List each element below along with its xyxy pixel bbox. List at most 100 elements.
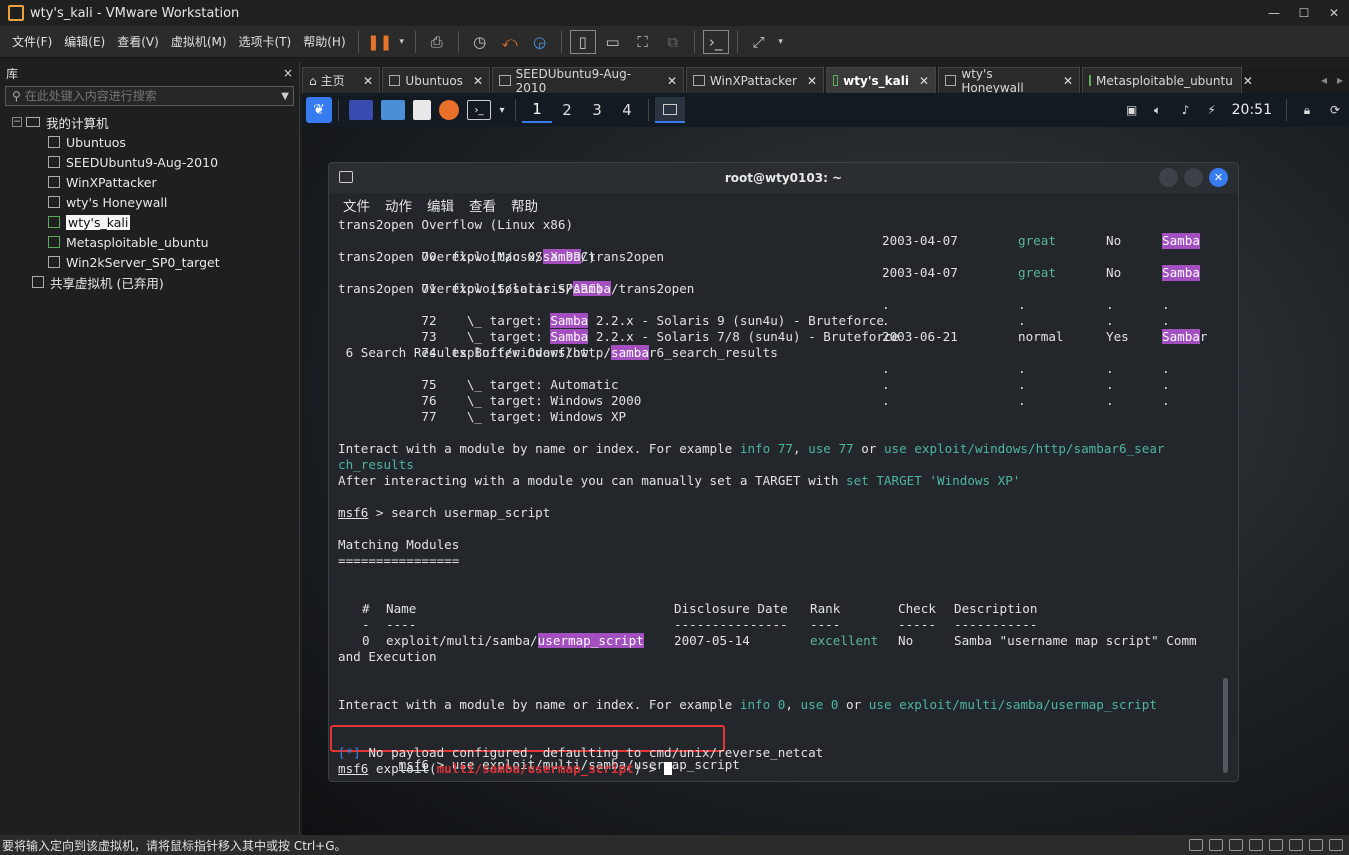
hint-command: info 0 (739, 697, 786, 712)
tab-kali[interactable]: wty's_kali ✕ (826, 67, 936, 93)
pause-icon[interactable]: ❚❚ (367, 30, 393, 54)
chevron-down-icon[interactable]: ▾ (495, 97, 509, 123)
line-text: Interact with a module by name or index.… (338, 697, 740, 712)
minimize-button[interactable] (1159, 168, 1178, 187)
tab-seedubuntu[interactable]: SEEDUbuntu9-Aug-2010 ✕ (492, 66, 684, 95)
tab-label: SEEDUbuntu9-Aug-2010 (515, 66, 632, 95)
power-manager-icon[interactable]: ⚡︎ (1200, 97, 1224, 123)
menu-help[interactable]: 帮助(H) (297, 33, 351, 50)
terminal-menu-actions[interactable]: 动作 (385, 195, 412, 215)
show-library-icon[interactable]: ▯ (569, 29, 596, 54)
network-adapter-icon[interactable] (1249, 839, 1263, 851)
snapshot-manager-icon[interactable]: ◶ (527, 30, 553, 54)
tree-label: 我的计算机 (46, 115, 109, 131)
network-adapter-icon[interactable] (1229, 839, 1243, 851)
column-underline: ---- (810, 617, 841, 632)
close-icon[interactable]: ✕ (1319, 0, 1349, 26)
terminal-menu-view[interactable]: 查看 (469, 195, 496, 215)
desktop-icon[interactable] (349, 100, 373, 120)
terminal-window[interactable]: root@wty0103: ~ ✕ 文件 动作 编辑 查看 帮助 trans2o… (328, 162, 1239, 782)
menu-view[interactable]: 查看(V) (111, 33, 165, 50)
usb-controller-icon[interactable] (1269, 839, 1283, 851)
workspace-4[interactable]: 4 (612, 97, 642, 123)
tree-shared-vms[interactable]: 共享虚拟机 (已弃用) (0, 272, 299, 292)
minimize-icon[interactable]: — (1259, 0, 1289, 26)
dot: . (1106, 393, 1114, 408)
tab-scroll-left-icon[interactable]: ◂ (1321, 73, 1327, 87)
maximize-button[interactable] (1184, 168, 1203, 187)
menu-tabs[interactable]: 选项卡(T) (233, 33, 298, 50)
tab-close-icon[interactable]: ✕ (797, 74, 817, 88)
tree-vm-honeywall[interactable]: wty's Honeywall (0, 192, 299, 212)
chevron-down-icon[interactable]: ▼ (281, 91, 289, 102)
terminal-prompt-line[interactable]: msf6 exploit(multi/samba/usermap_script)… (338, 761, 1238, 777)
volume-icon[interactable]: 🔈︎ (1144, 97, 1172, 123)
send-ctrl-alt-del-icon[interactable]: ⎙ (424, 30, 450, 54)
tree-vm-ubuntuos[interactable]: Ubuntuos (0, 132, 299, 152)
tree-vm-winxpattacker[interactable]: WinXPattacker (0, 172, 299, 192)
stretch-guest-icon[interactable]: ⤢ (746, 30, 772, 54)
maximize-icon[interactable]: ☐ (1289, 0, 1319, 26)
tab-close-icon[interactable]: ✕ (1233, 74, 1253, 88)
tab-close-icon[interactable]: ✕ (657, 74, 677, 88)
terminal-output[interactable]: trans2open Overflow (Linux x86) 70 explo… (329, 217, 1238, 777)
unity-icon[interactable]: ⧉ (660, 30, 686, 54)
tab-close-icon[interactable]: ✕ (463, 74, 483, 88)
tab-scroll-right-icon[interactable]: ▸ (1337, 73, 1343, 87)
message-log-icon[interactable] (1329, 839, 1343, 851)
hint-command: use 0 (800, 697, 839, 712)
tab-close-icon[interactable]: ✕ (909, 74, 929, 88)
logout-icon[interactable]: ⟳ (1321, 97, 1349, 123)
workspace-3[interactable]: 3 (582, 97, 612, 123)
tree-vm-kali[interactable]: wty's_kali (0, 212, 299, 232)
terminal-titlebar[interactable]: root@wty0103: ~ ✕ (329, 163, 1238, 193)
terminal-launcher-icon[interactable]: ›_ (467, 100, 491, 120)
vm-console[interactable]: ❦ ›_ ▾ 1 2 3 4 ▣ 🔈︎ ♪ ⚡︎ 20:51 🔒︎ ⟳ root… (302, 93, 1349, 835)
library-search-input[interactable] (20, 89, 261, 103)
tab-honeywall[interactable]: wty's Honeywall ✕ (938, 67, 1080, 95)
file-manager-icon[interactable] (381, 100, 405, 120)
kali-menu-icon[interactable]: ❦ (306, 97, 332, 123)
tab-winxpattacker[interactable]: WinXPattacker ✕ (686, 67, 824, 93)
snapshot-icon[interactable]: ◷ (467, 30, 493, 54)
cd-rom-icon[interactable] (1209, 839, 1223, 851)
notification-bell-icon[interactable]: ♪ (1172, 97, 1200, 123)
terminal-scrollbar[interactable] (1223, 678, 1228, 773)
library-close-icon[interactable]: × (283, 66, 293, 80)
text-editor-icon[interactable] (413, 100, 431, 120)
tab-close-icon[interactable]: ✕ (353, 74, 373, 88)
tree-vm-win2kserver[interactable]: Win2kServer_SP0_target (0, 252, 299, 272)
dropdown-icon[interactable]: ▾ (397, 30, 407, 54)
tab-metasploitable[interactable]: Metasploitable_ubuntu ✕ (1082, 67, 1253, 93)
panel-clock[interactable]: 20:51 (1232, 102, 1272, 118)
workspace-2[interactable]: 2 (552, 97, 582, 123)
menu-vm[interactable]: 虚拟机(M) (165, 33, 233, 50)
terminal-menu-edit[interactable]: 编辑 (427, 195, 454, 215)
tab-ubuntuos[interactable]: Ubuntuos ✕ (382, 67, 490, 93)
hard-disk-icon[interactable] (1189, 839, 1203, 851)
sound-card-icon[interactable] (1289, 839, 1303, 851)
terminal-window-button[interactable] (655, 97, 685, 123)
tree-my-computer[interactable]: − 我的计算机 (0, 112, 299, 132)
display-icon[interactable]: ▣ (1120, 97, 1144, 123)
terminal-menu-help[interactable]: 帮助 (511, 195, 538, 215)
thumbnail-bar-icon[interactable]: ▭ (600, 30, 626, 54)
tab-home[interactable]: ⌂ 主页 ✕ (302, 67, 380, 93)
tree-vm-metasploitable[interactable]: Metasploitable_ubuntu (0, 232, 299, 252)
dropdown-icon[interactable]: ▾ (776, 30, 786, 54)
revert-snapshot-icon[interactable]: ⤺ (497, 30, 523, 54)
collapse-icon[interactable]: − (12, 117, 22, 127)
terminal-menu-file[interactable]: 文件 (343, 195, 370, 215)
menu-edit[interactable]: 编辑(E) (58, 33, 111, 50)
tab-close-icon[interactable]: ✕ (1053, 74, 1073, 88)
console-view-icon[interactable]: ›_ (702, 29, 729, 54)
disclosure-date: 2003-04-07 (882, 265, 958, 280)
close-button[interactable]: ✕ (1209, 168, 1228, 187)
lock-screen-icon[interactable]: 🔒︎ (1293, 97, 1321, 123)
firefox-icon[interactable] (439, 100, 459, 120)
tree-vm-seedubuntu[interactable]: SEEDUbuntu9-Aug-2010 (0, 152, 299, 172)
display-icon[interactable] (1309, 839, 1323, 851)
fullscreen-icon[interactable]: ⛶ (630, 30, 656, 54)
workspace-1[interactable]: 1 (522, 97, 552, 123)
menu-file[interactable]: 文件(F) (6, 33, 58, 50)
